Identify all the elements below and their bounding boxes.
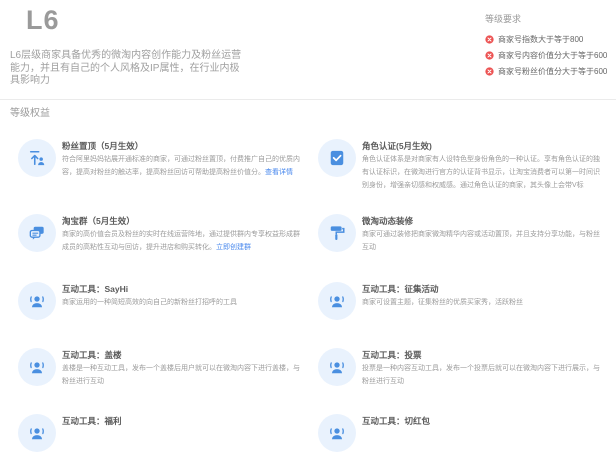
requirement-label: 商家号内容价值分大于等于600 — [498, 50, 607, 61]
benefit-title: 互动工具：征集活动 — [362, 283, 602, 296]
requirement-item: 商家号内容价值分大于等于600 — [485, 50, 607, 61]
benefit-card: 互动工具：投票 投票是一种内容互动工具，发布一个投票后就可以在微淘内容下进行展示… — [318, 346, 608, 388]
benefit-card: 淘宝群（5月生效） 商家的高价值会员及粉丝的实时在线运营阵地，通过提供群内专享权… — [18, 212, 308, 254]
benefit-title: 粉丝置顶（5月生效） — [62, 140, 302, 153]
benefit-description: 商家的高价值会员及粉丝的实时在线运营阵地，通过提供群内专享权益形成群成员的高粘性… — [62, 228, 302, 254]
benefit-description: 角色认证体系是对商家有人设特色型身份角色的一种认证。享有角色认证的独有认证标识，… — [362, 153, 602, 192]
paint-roller-icon — [318, 214, 356, 252]
person-wave-icon — [318, 414, 356, 452]
benefit-card: 互动工具：盖楼 盖楼是一种互动工具，发布一个盖楼后用户就可以在微淘内容下进行盖楼… — [18, 346, 308, 388]
benefit-description: 符合阿里妈妈钻展开通标准的商家，可通过粉丝置顶，付费推广自己的优质内容，提高对粉… — [62, 153, 302, 179]
requirement-label: 商家号粉丝价值分大于等于600 — [498, 66, 607, 77]
benefit-description: 商家可设置主题，征集粉丝的优质买家秀，活跃粉丝 — [362, 296, 602, 309]
benefit-description-text: 商家运用的一种简短高效的向自己的新粉丝打招呼的工具 — [62, 299, 237, 306]
requirements-list: 商家号指数大于等于800 商家号内容价值分大于等于600 商家号粉丝价值分大于等… — [485, 34, 607, 77]
benefit-description-text: 商家可通过装修把商家微淘精华内容或活动置顶，并且支持分享功能，与粉丝互动 — [362, 231, 600, 251]
benefit-card: 粉丝置顶（5月生效） 符合阿里妈妈钻展开通标准的商家，可通过粉丝置顶，付费推广自… — [18, 137, 308, 179]
benefit-title: 互动工具：盖楼 — [62, 349, 302, 362]
benefit-card: 互动工具：SayHi 商家运用的一种简短高效的向自己的新粉丝打招呼的工具 — [18, 280, 308, 309]
benefit-title: 微淘动态装修 — [362, 215, 602, 228]
section-divider — [0, 99, 616, 100]
requirement-item: 商家号粉丝价值分大于等于600 — [485, 66, 607, 77]
benefit-description-text: 盖楼是一种互动工具，发布一个盖楼后用户就可以在微淘内容下进行盖楼，与粉丝进行互动 — [62, 365, 300, 385]
benefit-card: 互动工具：征集活动 商家可设置主题，征集粉丝的优质买家秀，活跃粉丝 — [318, 280, 608, 309]
level-title: L6 — [26, 5, 60, 36]
cross-circle-icon — [485, 67, 494, 76]
level-requirements-panel: 等级要求 商家号指数大于等于800 商家号内容价值分大于等于600 商家号粉丝价… — [485, 12, 607, 82]
benefit-card: 互动工具：福利 — [18, 412, 308, 428]
benefit-card: 角色认证(5月生效) 角色认证体系是对商家有人设特色型身份角色的一种认证。享有角… — [318, 137, 608, 192]
benefit-description: 商家运用的一种简短高效的向自己的新粉丝打招呼的工具 — [62, 296, 302, 309]
benefit-description-text: 角色认证体系是对商家有人设特色型身份角色的一种认证。享有角色认证的独有认证标识，… — [362, 156, 600, 189]
benefit-title: 角色认证(5月生效) — [362, 140, 602, 153]
cross-circle-icon — [485, 35, 494, 44]
benefit-description-text: 投票是一种内容互动工具，发布一个投票后就可以在微淘内容下进行展示，与粉丝进行互动 — [362, 365, 600, 385]
benefit-description-text: 商家的高价值会员及粉丝的实时在线运营阵地，通过提供群内专享权益形成群成员的高粘性… — [62, 231, 300, 251]
benefit-card: 微淘动态装修 商家可通过装修把商家微淘精华内容或活动置顶，并且支持分享功能，与粉… — [318, 212, 608, 254]
benefit-description: 投票是一种内容互动工具，发布一个投票后就可以在微淘内容下进行展示，与粉丝进行互动 — [362, 362, 602, 388]
benefits-title: 等级权益 — [10, 104, 50, 119]
person-wave-icon — [318, 282, 356, 320]
chat-group-icon — [18, 214, 56, 252]
level-description: L6层级商家具备优秀的微淘内容创作能力及粉丝运营能力，并且有自己的个人风格及IP… — [10, 50, 248, 88]
person-wave-icon — [18, 414, 56, 452]
benefit-description-text: 商家可设置主题，征集粉丝的优质买家秀，活跃粉丝 — [362, 299, 523, 306]
benefit-title: 互动工具：福利 — [62, 415, 302, 428]
requirement-label: 商家号指数大于等于800 — [498, 34, 583, 45]
cross-circle-icon — [485, 51, 494, 60]
person-wave-icon — [18, 348, 56, 386]
requirement-item: 商家号指数大于等于800 — [485, 34, 607, 45]
requirements-title: 等级要求 — [485, 12, 607, 25]
person-wave-icon — [318, 348, 356, 386]
person-wave-icon — [18, 282, 56, 320]
pin-top-icon — [18, 139, 56, 177]
benefit-title: 淘宝群（5月生效） — [62, 215, 302, 228]
benefit-title: 互动工具：SayHi — [62, 283, 302, 296]
benefit-link[interactable]: 查看详情 — [265, 169, 293, 176]
benefit-card: 互动工具：切红包 — [318, 412, 608, 428]
benefit-link[interactable]: 立即创建群 — [216, 244, 251, 251]
benefit-title: 互动工具：切红包 — [362, 415, 602, 428]
benefit-description: 盖楼是一种互动工具，发布一个盖楼后用户就可以在微淘内容下进行盖楼，与粉丝进行互动 — [62, 362, 302, 388]
benefit-title: 互动工具：投票 — [362, 349, 602, 362]
benefit-description: 商家可通过装修把商家微淘精华内容或活动置顶，并且支持分享功能，与粉丝互动 — [362, 228, 602, 254]
role-cert-icon — [318, 139, 356, 177]
